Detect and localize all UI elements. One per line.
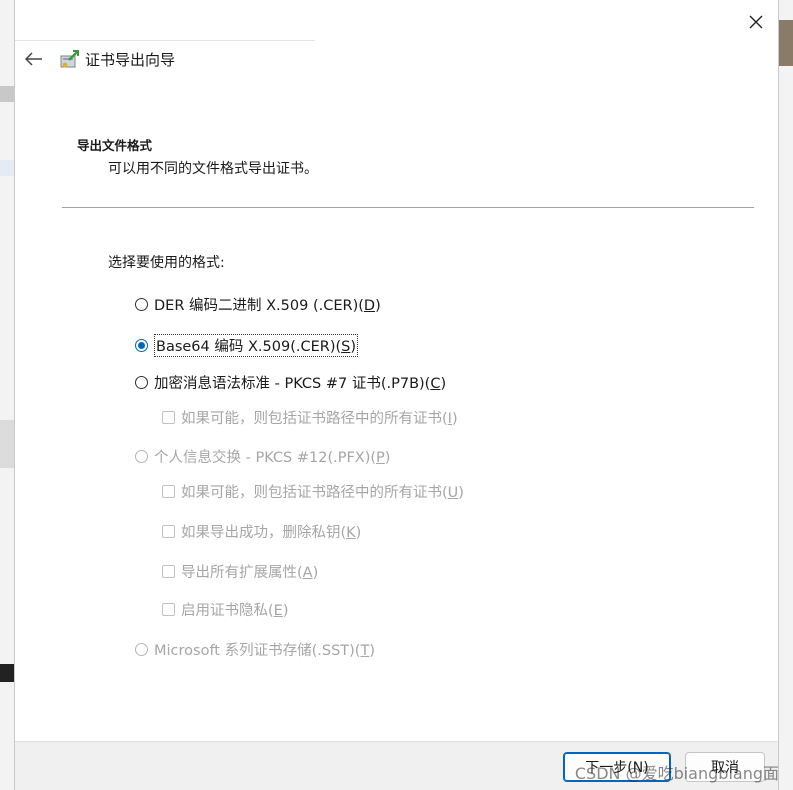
checkbox-label: 导出所有扩展属性(A): [181, 565, 319, 581]
checkbox-export-extended-properties[interactable]: 导出所有扩展属性(A): [162, 561, 318, 582]
checkbox-delete-private-key[interactable]: 如果导出成功，删除私钥(K): [162, 521, 361, 542]
radio-der[interactable]: [135, 298, 148, 311]
checkbox-box[interactable]: [162, 525, 175, 538]
option-der-label: DER 编码二进制 X.509 (.CER)(D): [154, 298, 381, 314]
checkbox-label: 如果导出成功，删除私钥(K): [181, 525, 362, 541]
option-base64[interactable]: Base64 编码 X.509(.CER)(S): [135, 334, 359, 357]
checkbox-label: 如果可能，则包括证书路径中的所有证书(U): [181, 485, 464, 501]
background-fragment: [0, 664, 14, 682]
radio-pkcs7[interactable]: [135, 376, 148, 389]
option-pkcs7-label: 加密消息语法标准 - PKCS #7 证书(.P7B)(C): [154, 376, 447, 392]
certificate-export-wizard: 证书导出向导 导出文件格式 可以用不同的文件格式导出证书。 选择要使用的格式: …: [14, 0, 779, 790]
header-separator: [62, 207, 754, 208]
background-app-left: [0, 0, 14, 790]
background-fragment: [0, 420, 14, 468]
checkbox-pfx-include-all[interactable]: 如果可能，则包括证书路径中的所有证书(U): [162, 481, 464, 502]
checkbox-box[interactable]: [162, 603, 175, 616]
background-fragment: [0, 86, 14, 102]
option-sst[interactable]: Microsoft 系列证书存储(.SST)(T): [135, 639, 375, 660]
radio-sst[interactable]: [135, 643, 148, 656]
checkbox-pkcs7-include-all[interactable]: 如果可能，则包括证书路径中的所有证书(I): [162, 407, 458, 428]
option-pkcs7[interactable]: 加密消息语法标准 - PKCS #7 证书(.P7B)(C): [135, 372, 446, 393]
checkbox-box[interactable]: [162, 411, 175, 424]
option-der[interactable]: DER 编码二进制 X.509 (.CER)(D): [135, 294, 381, 315]
option-pfx-label: 个人信息交换 - PKCS #12(.PFX)(P): [154, 450, 391, 466]
option-sst-label: Microsoft 系列证书存储(.SST)(T): [154, 643, 375, 659]
option-pfx[interactable]: 个人信息交换 - PKCS #12(.PFX)(P): [135, 446, 390, 467]
radio-base64[interactable]: [135, 339, 148, 352]
background-fragment: [0, 160, 14, 176]
section-description: 可以用不同的文件格式导出证书。: [108, 161, 318, 177]
title-divider: [15, 40, 315, 41]
certificate-wizard-icon: [59, 48, 81, 70]
section-title: 导出文件格式: [77, 138, 153, 153]
checkbox-enable-certificate-privacy[interactable]: 启用证书隐私(E): [162, 599, 289, 620]
checkbox-box[interactable]: [162, 485, 175, 498]
wizard-title: 证书导出向导: [85, 51, 176, 69]
back-button[interactable]: [21, 46, 47, 72]
radio-pfx[interactable]: [135, 450, 148, 463]
background-thumbnail: [779, 20, 793, 66]
watermark: CSDN @爱吃biangbiang面: [574, 764, 779, 783]
background-app-right: [779, 0, 793, 790]
checkbox-label: 如果可能，则包括证书路径中的所有证书(I): [181, 411, 458, 427]
checkbox-box[interactable]: [162, 565, 175, 578]
option-base64-label: Base64 编码 X.509(.CER)(S): [154, 334, 359, 357]
format-prompt: 选择要使用的格式:: [108, 255, 225, 271]
checkbox-label: 启用证书隐私(E): [181, 603, 289, 619]
back-arrow-icon: [25, 52, 42, 66]
close-button[interactable]: [742, 8, 770, 36]
close-icon: [749, 15, 763, 29]
